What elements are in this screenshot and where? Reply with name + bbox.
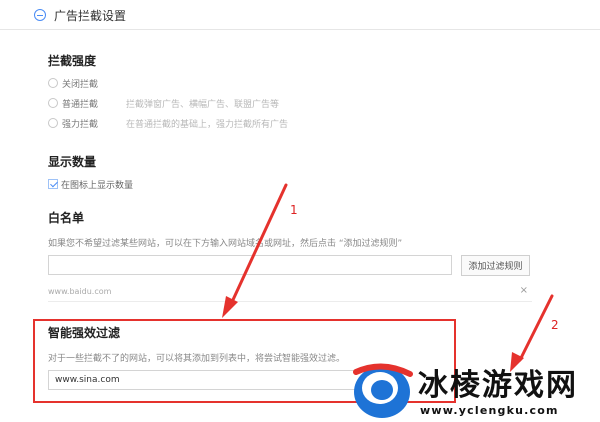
arrow-one-head [222, 296, 238, 318]
arrow-one-line [230, 183, 288, 304]
annotation-number-two: 2 [551, 318, 559, 332]
arrow-two-line [518, 294, 554, 362]
watermark-name: 冰棱游戏网 [418, 368, 578, 403]
watermark-url: www.yclengku.com [420, 404, 559, 417]
site-watermark: 冰棱游戏网 www.yclengku.com [350, 358, 600, 422]
watermark-logo-icon [353, 363, 413, 418]
annotation-number-one: 1 [290, 203, 298, 217]
